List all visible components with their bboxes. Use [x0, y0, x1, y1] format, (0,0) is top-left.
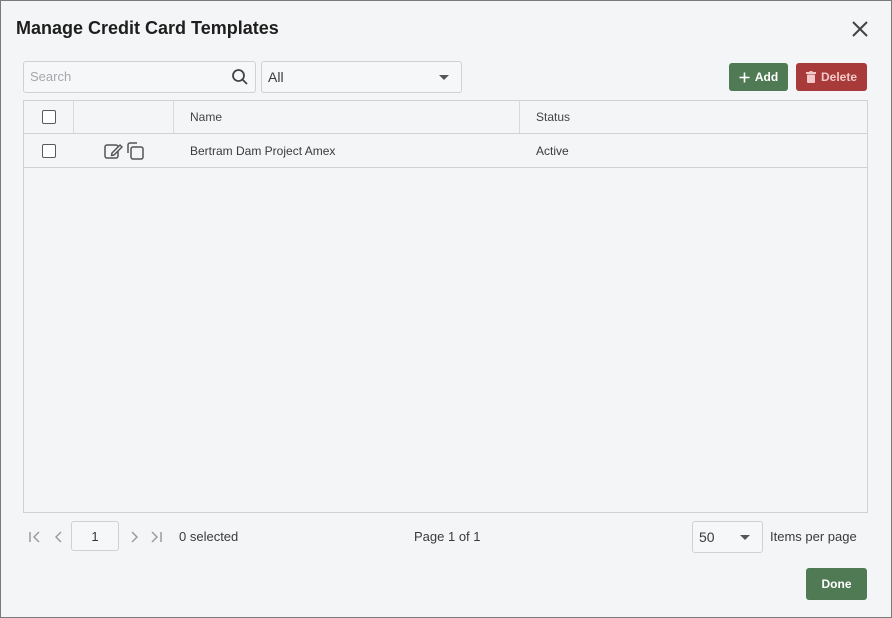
header-name-cell[interactable]: Name — [174, 101, 520, 133]
dialog-title: Manage Credit Card Templates — [16, 18, 279, 38]
close-button[interactable] — [849, 18, 871, 40]
items-per-page-label: Items per page — [770, 529, 857, 544]
template-name: Bertram Dam Project Amex — [190, 143, 336, 158]
next-page-icon[interactable] — [126, 529, 142, 545]
add-button-label: Add — [754, 70, 779, 84]
done-button-label: Done — [821, 577, 852, 591]
items-per-page-select[interactable]: 50 — [692, 521, 763, 553]
delete-button[interactable]: Delete — [796, 63, 867, 91]
templates-grid: Name Status Bertram Dam Project Amex Act… — [23, 100, 868, 513]
copy-icon[interactable] — [125, 141, 145, 161]
row-actions-cell — [74, 134, 174, 167]
grid-header: Name Status — [24, 101, 867, 134]
trash-icon — [805, 71, 816, 83]
row-checkbox[interactable] — [42, 143, 56, 158]
add-button[interactable]: Add — [729, 63, 788, 91]
prev-page-icon[interactable] — [51, 529, 67, 545]
header-select-cell — [24, 101, 74, 133]
page-info: Page 1 of 1 — [414, 529, 481, 544]
template-status: Active — [536, 143, 569, 158]
last-page-icon[interactable] — [148, 529, 164, 545]
row-select-cell — [24, 134, 74, 167]
column-header-name: Name — [190, 110, 223, 124]
header-actions-cell — [74, 101, 174, 133]
search-field — [23, 61, 256, 93]
edit-icon[interactable] — [103, 141, 123, 161]
chevron-down-icon — [439, 75, 449, 80]
status-filter-value: All — [268, 69, 284, 85]
close-icon — [852, 21, 868, 37]
header-status-cell[interactable]: Status — [520, 101, 867, 133]
pagination-bar: 0 selected Page 1 of 1 50 Items per page — [23, 521, 868, 553]
row-status-cell: Active — [520, 134, 867, 167]
table-row[interactable]: Bertram Dam Project Amex Active — [24, 134, 867, 168]
items-per-page-value: 50 — [699, 529, 715, 545]
search-input[interactable] — [24, 62, 226, 90]
page-number-input[interactable] — [71, 521, 119, 551]
manage-templates-dialog: Manage Credit Card Templates All Add Del… — [0, 0, 892, 618]
search-icon[interactable] — [231, 68, 249, 86]
status-filter-select[interactable]: All — [261, 61, 462, 93]
chevron-down-icon — [740, 535, 750, 540]
plus-icon — [739, 72, 750, 82]
selected-count: 0 selected — [179, 529, 239, 544]
first-page-icon[interactable] — [27, 529, 43, 545]
row-name-cell: Bertram Dam Project Amex — [174, 134, 520, 167]
done-button[interactable]: Done — [806, 568, 867, 600]
column-header-status: Status — [536, 110, 571, 124]
delete-button-label: Delete — [820, 70, 858, 84]
select-all-checkbox[interactable] — [41, 110, 56, 124]
